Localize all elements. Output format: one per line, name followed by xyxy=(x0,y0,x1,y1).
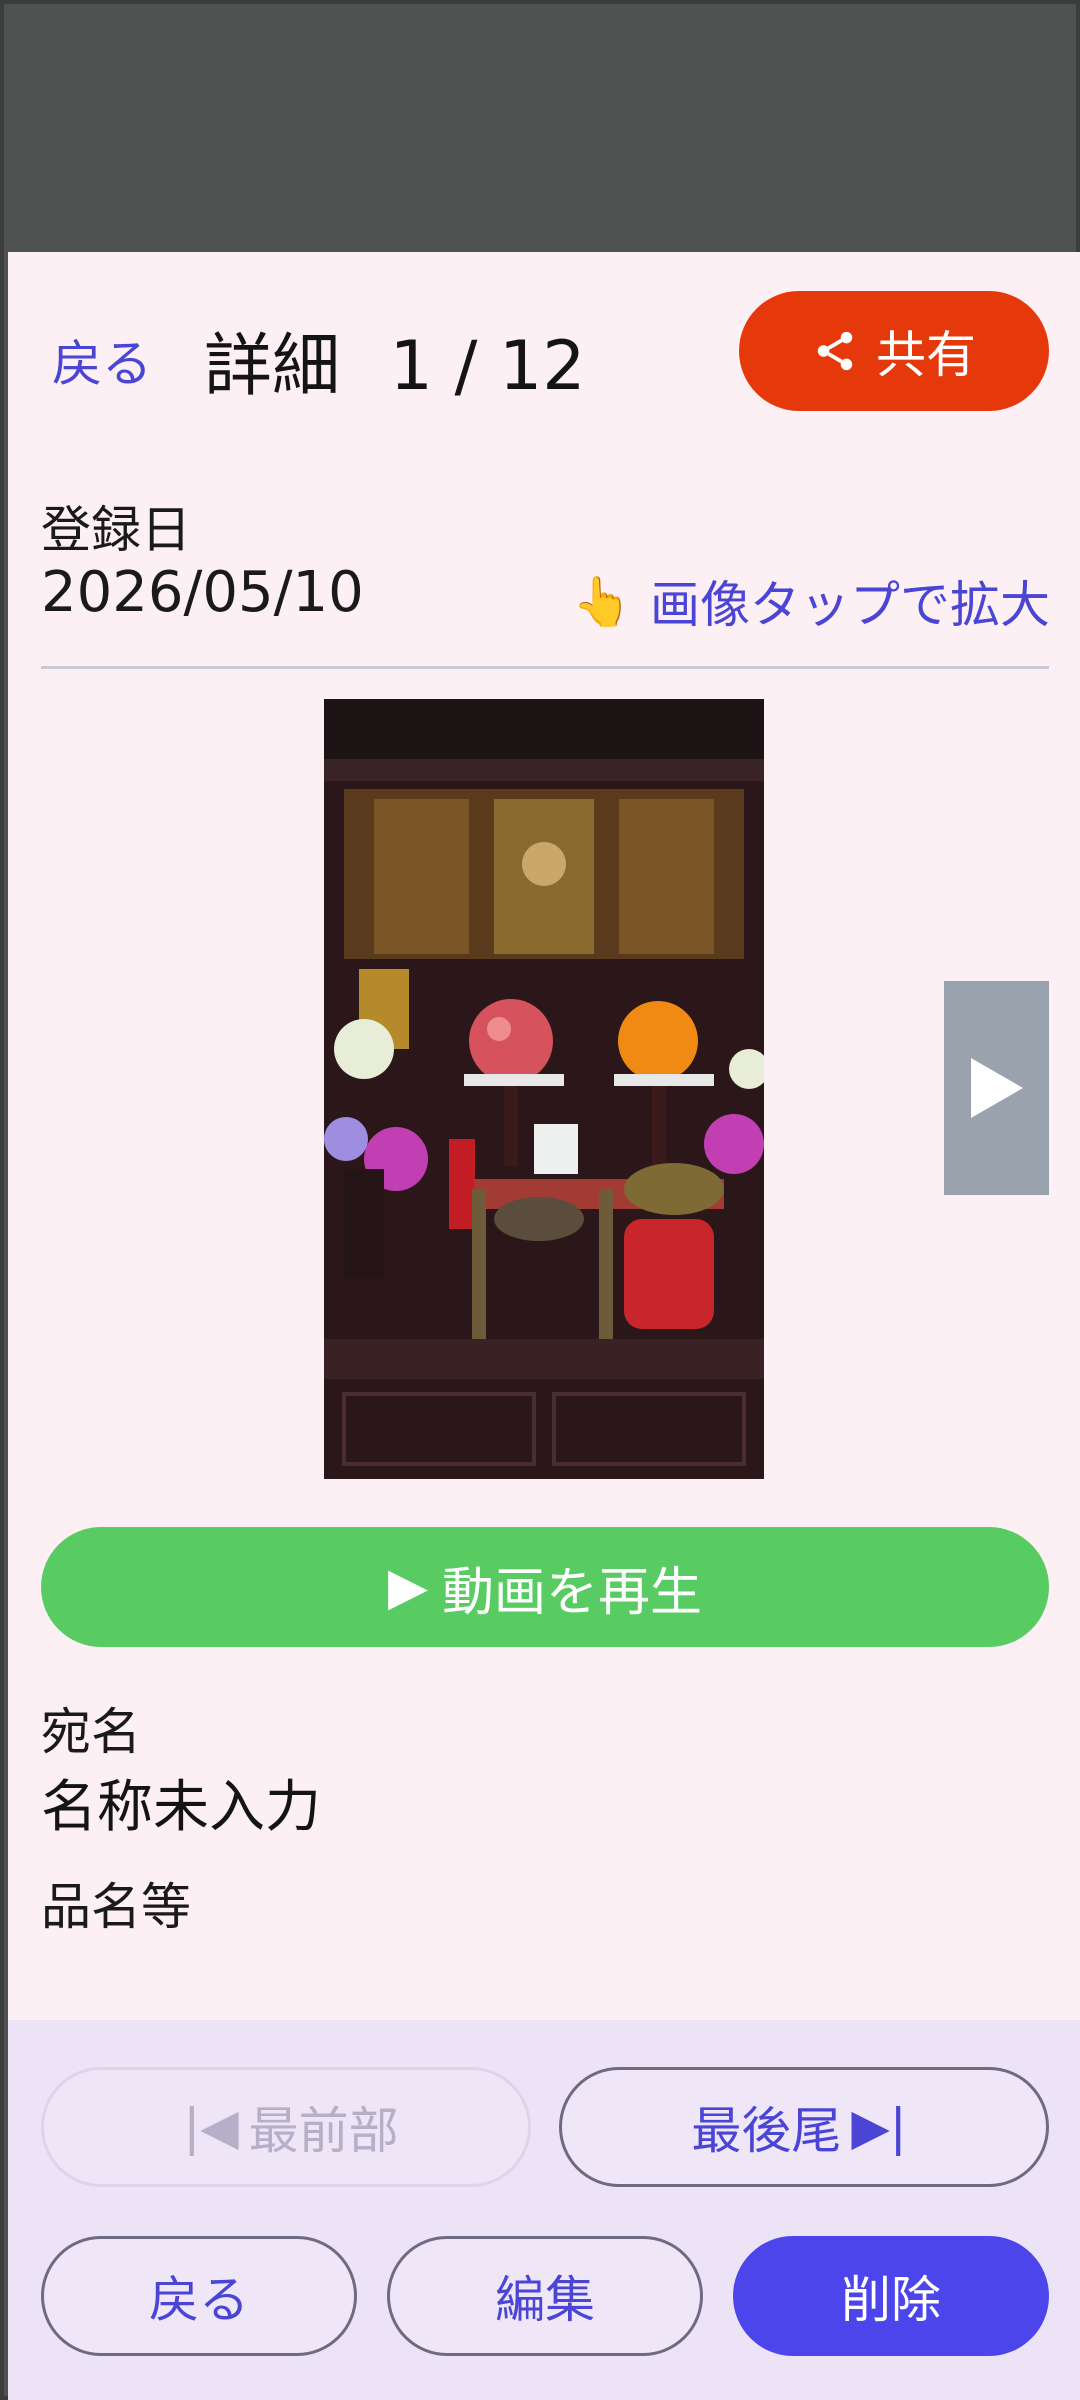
edit-button[interactable]: 編集 xyxy=(387,2236,703,2356)
pointing-hand-icon: 👆 xyxy=(572,573,632,630)
divider xyxy=(41,666,1049,669)
play-icon: ▶ xyxy=(387,1557,428,1617)
footer-actions: |◀ 最前部 最後尾 ▶| 戻る 編集 削除 xyxy=(8,2020,1080,2400)
zoom-hint: 👆 画像タップで拡大 xyxy=(572,565,1050,637)
share-button[interactable]: 共有 xyxy=(739,291,1049,411)
last-record-icon: ▶| xyxy=(851,2098,907,2156)
altar-photo[interactable] xyxy=(324,699,764,1479)
back-button[interactable]: 戻る xyxy=(41,2236,357,2356)
play-video-label: 動画を再生 xyxy=(441,1562,702,1623)
header: 戻る 詳細 1 / 12 共有 xyxy=(8,252,1080,462)
title-text: 詳細 xyxy=(204,327,341,406)
registration-label: 登録日 xyxy=(41,501,191,559)
first-record-label: 最前部 xyxy=(248,2102,399,2160)
last-record-button[interactable]: 最後尾 ▶| xyxy=(559,2067,1049,2187)
delete-button[interactable]: 削除 xyxy=(733,2236,1049,2356)
page-title: 詳細 1 / 12 xyxy=(204,310,586,409)
recipient-label: 宛名 xyxy=(41,1703,141,1761)
recipient-value: 名称未入力 xyxy=(41,1775,321,1840)
first-record-icon: |◀ xyxy=(183,2098,239,2156)
first-record-button[interactable]: |◀ 最前部 xyxy=(41,2067,531,2187)
last-record-label: 最後尾 xyxy=(691,2102,842,2160)
screen-frame: 戻る 詳細 1 / 12 共有 登録日 2026/05/10 👆 画像タップで拡… xyxy=(0,0,1080,2400)
next-image-button[interactable] xyxy=(944,981,1049,1195)
share-label: 共有 xyxy=(876,326,976,384)
altar-photo-illustration xyxy=(324,699,764,1479)
zoom-hint-text: 画像タップで拡大 xyxy=(650,576,1050,634)
header-back-link[interactable]: 戻る xyxy=(52,324,152,396)
item-label: 品名等 xyxy=(41,1878,191,1936)
play-right-icon xyxy=(970,1058,1023,1118)
detail-sheet: 戻る 詳細 1 / 12 共有 登録日 2026/05/10 👆 画像タップで拡… xyxy=(8,252,1080,2400)
play-video-button[interactable]: ▶ 動画を再生 xyxy=(41,1527,1049,1647)
registration-date: 2026/05/10 xyxy=(41,560,364,625)
page-counter: 1 / 12 xyxy=(389,327,586,406)
share-icon xyxy=(817,331,853,371)
